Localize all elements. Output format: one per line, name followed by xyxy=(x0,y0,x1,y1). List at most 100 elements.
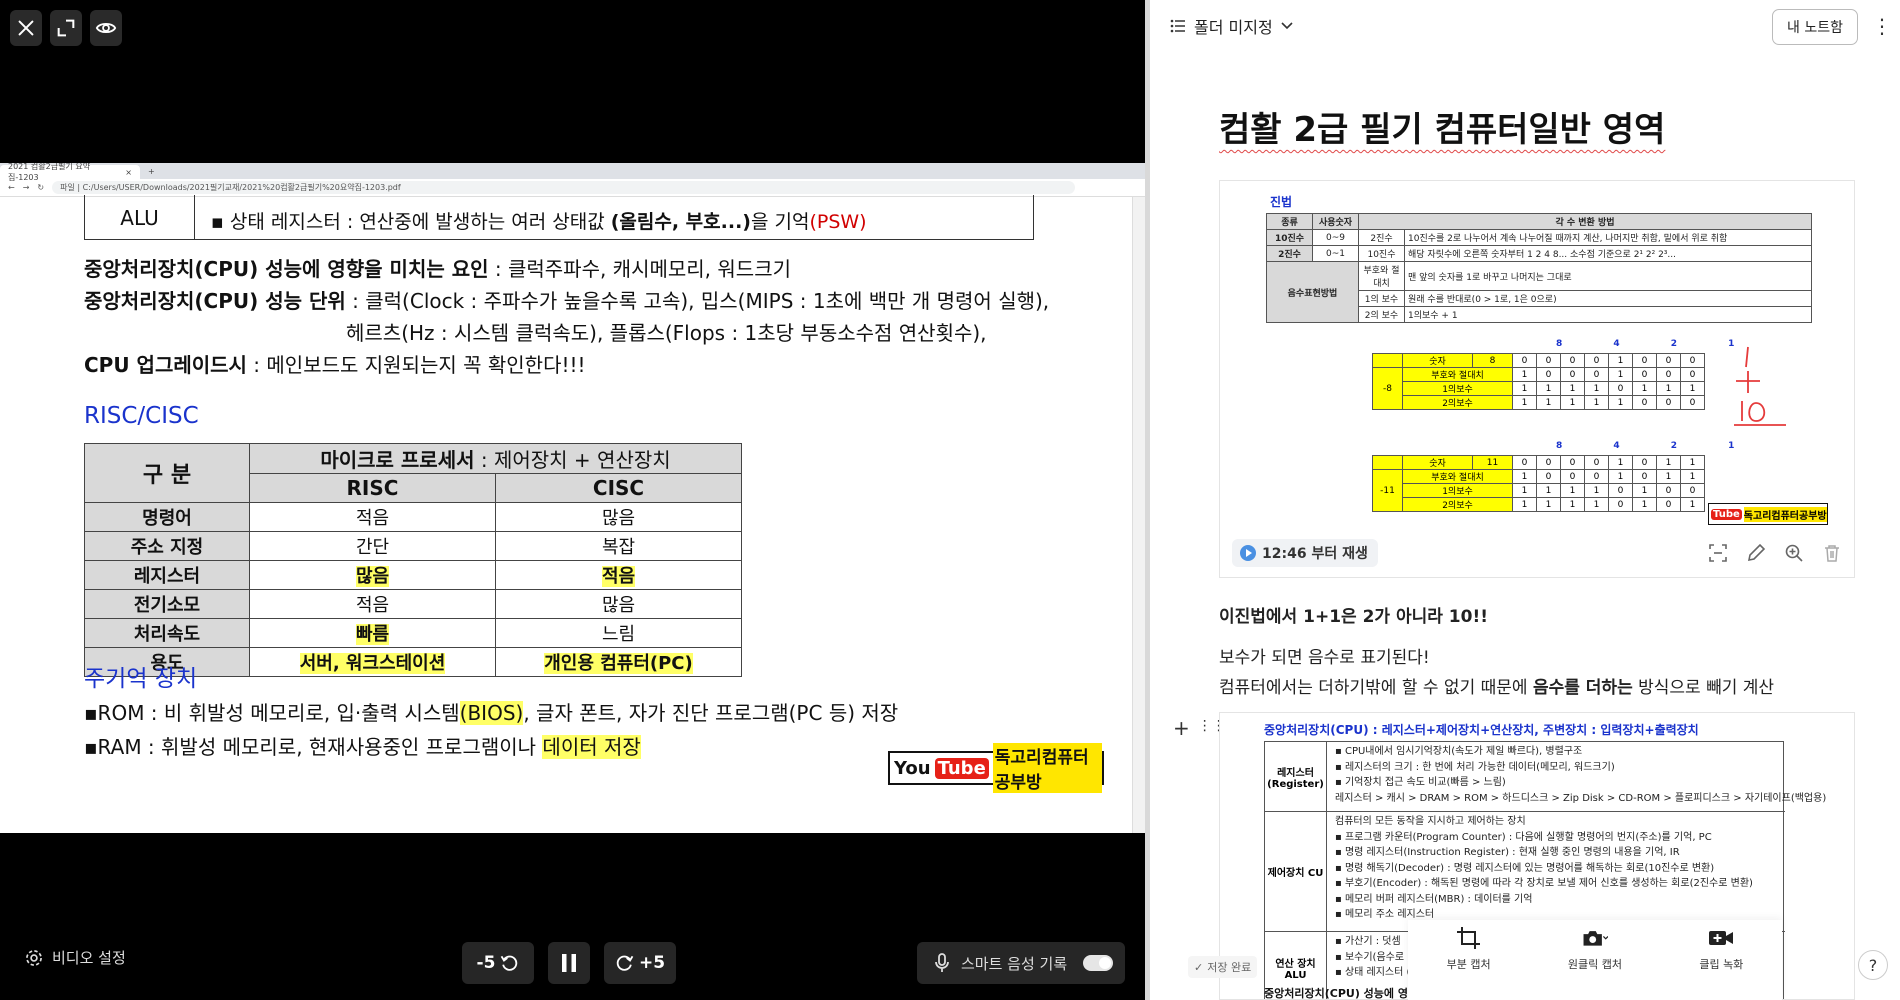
list-item: 레지스터 > 캐시 > DRAM > ROM > 하드디스크 > Zip Dis… xyxy=(1335,792,1827,804)
video-player: 2021 컴활2급필기 요약집-1203 × + ← → ↻ 파일 | C:/U… xyxy=(0,0,1145,1000)
smart-record-control[interactable]: 스마트 음성 기록 xyxy=(917,942,1125,984)
clip-record-button[interactable]: 클립 녹화 xyxy=(1699,926,1743,972)
video-record-icon xyxy=(1709,931,1734,945)
rewind-button[interactable]: -5 xyxy=(462,942,534,984)
save-status-label: 저장 완료 xyxy=(1207,961,1252,974)
table-row: -11 부호와 절대치 1 0 0 0 1 0 1 1 xyxy=(1372,469,1705,512)
new-tab-icon: + xyxy=(148,166,155,176)
list-item: 컴퓨터의 모든 동작을 지시하고 제어하는 장치 xyxy=(1335,816,1526,827)
add-block-icon[interactable]: + xyxy=(1173,716,1190,740)
camera-icon xyxy=(1583,931,1608,946)
more-options-icon[interactable]: ⋮ xyxy=(1872,14,1892,38)
table-row: 주소 지정 간단 복잡 xyxy=(84,531,742,561)
note-paragraph[interactable]: 보수가 되면 음수로 표기된다! xyxy=(1219,643,1430,668)
table-group-header: 마이크로 프로세서 : 제어장치 + 연산장치 xyxy=(249,443,742,474)
trash-icon[interactable] xyxy=(1822,543,1842,563)
table-row: 1의보수 1 1 1 1 0 1 0 0 xyxy=(1373,483,1705,498)
player-controls: 비디오 설정 -5 +5 스마트 음성 기록 xyxy=(0,925,1145,1000)
table-row: 전기소모 적음 많음 xyxy=(84,589,742,619)
browser-tab-title: 2021 컴활2급필기 요약집-1203 xyxy=(8,163,91,182)
pause-button[interactable] xyxy=(548,942,590,984)
check-icon: ✓ xyxy=(1194,960,1204,974)
forward-button[interactable]: +5 xyxy=(604,942,676,984)
table-col-risc: RISC xyxy=(249,473,496,503)
block-handle[interactable]: + ⋮⋮ xyxy=(1173,716,1226,740)
forward-icon: → xyxy=(22,183,30,192)
table-row: 1의보수 1 1 1 1 0 1 1 1 xyxy=(1373,381,1705,396)
list-item: ▪ 부호기(Encoder) : 해독된 명령에 따라 각 장치로 보낼 제어 … xyxy=(1335,878,1753,889)
list-item: ▪ 명령 해독기(Decoder) : 명령 레지스터에 있는 명령어를 해독하… xyxy=(1335,862,1715,874)
play-from-timestamp-button[interactable]: 12:46 부터 재생 xyxy=(1232,539,1378,567)
doc-line-ram: ▪RAM : 휘발성 메모리로, 현재사용중인 프로그램이나 데이터 저장 xyxy=(84,735,641,759)
note-paragraph[interactable]: 컴퓨터에서는 더하기밖에 할 수 없기 때문에 음수를 더하는 방식으로 빼기 … xyxy=(1219,673,1774,698)
one-click-capture-button[interactable]: 원클릭 캡처 xyxy=(1568,926,1622,972)
section-title-risc: RISC/CISC xyxy=(84,403,199,429)
smart-record-label: 스마트 음성 기록 xyxy=(961,954,1068,973)
alu-row: ALU ▪ 상태 레지스터 : 연산중에 발생하는 여러 상태값 (올림수, 부… xyxy=(84,195,1034,240)
zoom-in-icon[interactable] xyxy=(1784,543,1804,563)
doc-line-cpu-factors: 중앙처리장치(CPU) 성능에 영향을 미치는 요인 : 클럭주파수, 캐시메모… xyxy=(84,257,791,281)
eye-icon[interactable] xyxy=(90,10,122,46)
table-row: -8 부호와 절대치 1 0 0 0 1 0 0 0 xyxy=(1372,367,1705,410)
note-paragraph[interactable]: 이진법에서 1+1은 2가 아니라 10!! xyxy=(1219,602,1488,627)
help-button[interactable]: ? xyxy=(1858,950,1888,980)
list-item: ▪ 메모리 버퍼 레지스터(MBR) : 데이터를 기억 xyxy=(1335,893,1533,905)
partial-capture-button[interactable]: 부분 캡처 xyxy=(1447,926,1491,972)
doc-line-hertz: 헤르츠(Hz : 시스템 클럭속도), 플롭스(Flops : 1초당 부동소수… xyxy=(346,321,987,345)
save-status: ✓ 저장 완료 xyxy=(1188,956,1258,978)
list-item: ▪ 명령 레지스터(Instruction Register) : 현재 실행 … xyxy=(1335,847,1680,858)
table-row: 처리속도 빠름 느림 xyxy=(84,618,742,648)
expand-icon[interactable] xyxy=(50,10,82,46)
table-row: 명령어 적음 많음 xyxy=(84,502,742,532)
table-col-cisc: CISC xyxy=(495,473,742,503)
browser-tab: 2021 컴활2급필기 요약집-1203 × xyxy=(0,163,140,182)
video-settings-label: 비디오 설정 xyxy=(52,949,126,967)
video-settings-button[interactable]: 비디오 설정 xyxy=(24,947,126,968)
gear-icon xyxy=(26,949,42,966)
table-row: 제어장치 CU 컴퓨터의 모든 동작을 지시하고 제어하는 장치 ▪ 프로그램 카… xyxy=(1265,812,1785,932)
table-row: 레지스터 많음 적음 xyxy=(84,560,742,590)
capture-title: 중앙처리장치(CPU) : 레지스터+제어장치+연산장치, 주변장치 : 입력장… xyxy=(1264,723,1699,737)
list-item: ▪ 기억장치 접근 속도 비교(빠름 > 느림) xyxy=(1335,777,1506,788)
list-item: ▪ 프로그램 카운터(Program Counter) : 다음에 실행할 명령… xyxy=(1335,831,1712,843)
risc-cisc-table: 구 분 마이크로 프로세서 : 제어장치 + 연산장치 RISC CISC 명령… xyxy=(84,443,742,677)
forward-icon xyxy=(616,955,634,971)
tab-close-icon: × xyxy=(125,167,132,177)
close-icon[interactable] xyxy=(10,10,42,46)
list-item: ▪ CPU내에서 임시기억장치(속도가 제일 빠르다), 병렬구조 xyxy=(1335,746,1583,757)
list-icon xyxy=(1170,19,1185,33)
table-row: 2의보수 1 1 1 1 0 1 0 1 xyxy=(1373,497,1705,512)
note-title[interactable]: 컴활 2급 필기 컴퓨터일반 영역 xyxy=(1219,102,1665,151)
section-title-memory: 주기억 장치 xyxy=(84,666,198,692)
smart-record-toggle[interactable] xyxy=(1083,955,1114,971)
list-item: ▪ 레지스터의 크기 : 한 번에 처리 가능한 데이터(메모리, 워드크기) xyxy=(1335,761,1615,773)
binary-table-8: 숫자 8 0 0 0 0 1 0 0 0 -8 부호와 절대치 1 0 0 0 1 0 0 0 1의보수 1 1 1 1 0 1 1 1… xyxy=(1372,353,1705,410)
capture-block-number-systems[interactable]: 진법 종류 사용숫자 각 수 변환 방법 10진수 0~9 2진수 10진수를 … xyxy=(1219,180,1855,578)
capture-image: 진법 종류 사용숫자 각 수 변환 방법 10진수 0~9 2진수 10진수를 … xyxy=(1256,189,1836,529)
binary-table-11: 숫자 11 0 0 0 0 1 0 1 1 -11 부호와 절대치 1 0 0 0 1 0 1 1 1의보수 1 1 1 1 0 1… xyxy=(1372,455,1705,512)
alu-label: ALU xyxy=(85,195,195,240)
number-system-table: 종류 사용숫자 각 수 변환 방법 10진수 0~9 2진수 10진수를 2로 … xyxy=(1266,213,1812,323)
pdf-scrollbar xyxy=(1132,197,1145,833)
capture-toolbar: 부분 캡처 원클릭 캡처 클립 녹화 xyxy=(1408,920,1782,1000)
table-row: 2의보수 1 1 1 1 1 0 0 0 xyxy=(1373,395,1705,410)
doc-line-rom: ▪ROM : 비 휘발성 메모리로, 입·출력 시스템(BIOS), 글자 폰트… xyxy=(84,701,899,725)
table-corner: 구 분 xyxy=(84,443,250,503)
handwritten-annotation xyxy=(1734,346,1786,426)
chevron-down-icon xyxy=(1281,22,1293,30)
microphone-icon xyxy=(935,953,949,972)
pdf-document: ALU ▪ 상태 레지스터 : 연산중에 발생하는 여러 상태값 (올림수, 부… xyxy=(0,195,1132,833)
clip-record-label: 클립 녹화 xyxy=(1699,958,1744,971)
doc-line-cpu-upgrade: CPU 업그레이드시 : 메인보드도 지원되는지 꼭 확인한다!!! xyxy=(84,353,586,377)
note-pane: 폴더 미지정 내 노트함 ⋮ 컴활 2급 필기 컴퓨터일반 영역 진법 종류 사… xyxy=(1150,0,1900,1000)
ocr-icon[interactable] xyxy=(1708,543,1728,563)
partial-capture-label: 부분 캡처 xyxy=(1446,958,1491,971)
youtube-channel-logo: You Tube 독고리컴퓨터공부방 xyxy=(888,743,1104,793)
my-notes-button[interactable]: 내 노트함 xyxy=(1772,9,1858,45)
folder-selector[interactable]: 폴더 미지정 xyxy=(1170,14,1293,38)
table-row: 숫자 11 0 0 0 0 1 0 1 1 xyxy=(1372,455,1705,470)
one-click-capture-label: 원클릭 캡처 xyxy=(1567,958,1623,971)
capture-tools xyxy=(1708,543,1842,563)
edit-icon[interactable] xyxy=(1746,543,1766,563)
alu-text: ▪ 상태 레지스터 : 연산중에 발생하는 여러 상태값 (올림수, 부호...… xyxy=(211,211,867,233)
